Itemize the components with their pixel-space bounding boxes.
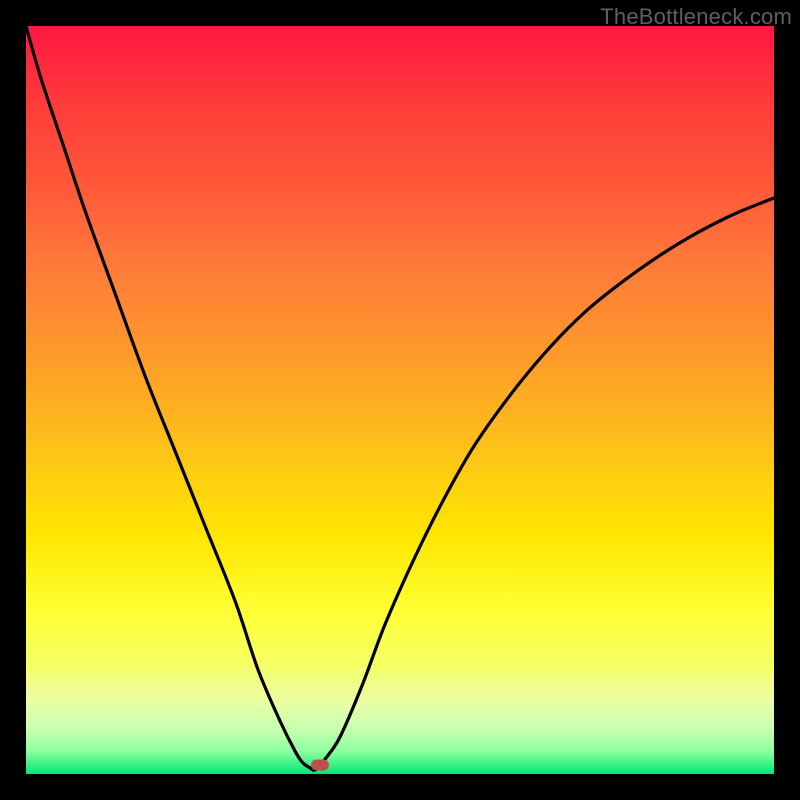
curve-svg — [26, 26, 774, 774]
chart-container: TheBottleneck.com — [0, 0, 800, 800]
bottleneck-curve — [26, 26, 774, 770]
optimal-point-marker — [311, 760, 329, 771]
watermark-text: TheBottleneck.com — [600, 4, 792, 30]
